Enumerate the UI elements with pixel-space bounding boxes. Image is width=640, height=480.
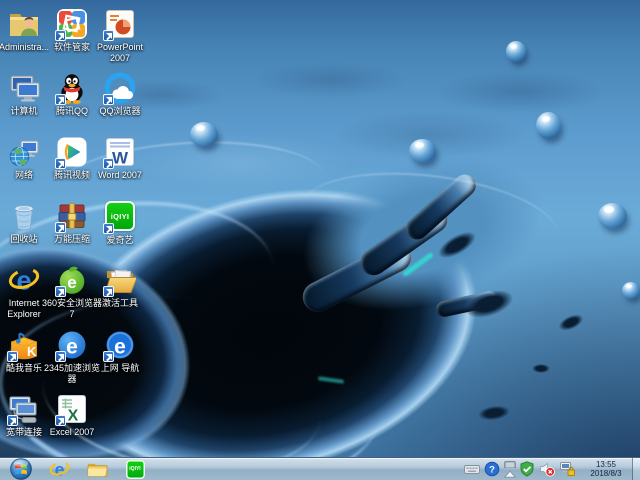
- help-question-icon[interactable]: ?: [484, 461, 501, 478]
- internet-explorer-icon: e: [8, 266, 40, 296]
- taskbar-windows-explorer-button[interactable]: [78, 458, 116, 480]
- svg-text:K: K: [27, 344, 37, 359]
- windows-desktop: Administra... 软件管家 PowerPoint 2007 计算机 腾…: [0, 0, 640, 480]
- svg-text:e: e: [16, 266, 31, 296]
- network-globe-icon: [9, 140, 39, 167]
- water-droplet: [598, 203, 627, 229]
- svg-text:X: X: [68, 408, 79, 425]
- water-droplet: [506, 41, 526, 62]
- desktop-icon-iqiyi[interactable]: iQIYI 爱奇艺: [88, 200, 152, 246]
- shortcut-arrow-icon: [55, 286, 66, 297]
- shortcut-arrow-icon: [55, 94, 66, 105]
- svg-text:e: e: [54, 459, 64, 479]
- icon-label: 上网 导航: [100, 363, 140, 373]
- shortcut-arrow-icon: [7, 351, 18, 362]
- show-hidden-icons-button[interactable]: [503, 460, 516, 478]
- water-droplet: [622, 282, 640, 299]
- desktop-icon-qq-browser[interactable]: QQ浏览器: [88, 72, 152, 117]
- svg-text:?: ?: [489, 465, 495, 476]
- icon-label: PowerPoint 2007: [96, 42, 144, 63]
- desktop-icon-word-2007[interactable]: W Word 2007: [88, 136, 152, 181]
- clock-date: 2018/8/3: [590, 469, 622, 478]
- shortcut-arrow-icon: [7, 415, 18, 426]
- icon-label: 爱奇艺: [106, 235, 134, 245]
- internet-explorer-icon: e: [49, 459, 69, 479]
- desktop-icon-excel-2007[interactable]: X Excel 2007: [40, 393, 104, 438]
- shortcut-arrow-icon: [55, 158, 66, 169]
- iqiyi-icon: iQIYI: [125, 459, 145, 479]
- dark-blob: [532, 364, 550, 373]
- shortcut-arrow-icon: [103, 158, 114, 169]
- user-folder-icon: [10, 14, 38, 36]
- icon-label: Excel 2007: [49, 427, 95, 437]
- shortcut-arrow-icon: [55, 30, 66, 41]
- folder-icon: [87, 463, 107, 477]
- desktop-icon-web-navigation[interactable]: e 上网 导航: [88, 329, 152, 374]
- tray-window-glyph: [503, 460, 516, 469]
- shortcut-arrow-icon: [103, 30, 114, 41]
- input-keyboard-icon[interactable]: [464, 461, 481, 478]
- svg-text:e: e: [114, 336, 126, 359]
- show-desktop-button[interactable]: [632, 458, 640, 480]
- shortcut-arrow-icon: [103, 286, 114, 297]
- system-tray: ? 13:55 2018/8/3: [462, 458, 640, 480]
- shortcut-arrow-icon: [103, 351, 114, 362]
- iqiyi-logo-text: iQIYI: [110, 211, 130, 221]
- shortcut-arrow-icon: [55, 415, 66, 426]
- shortcut-arrow-icon: [103, 94, 114, 105]
- water-droplet: [409, 139, 436, 163]
- svg-text:e: e: [66, 336, 78, 359]
- clock-time: 13:55: [595, 459, 617, 469]
- security-check-icon[interactable]: [519, 461, 536, 478]
- icon-label: 激活工具: [101, 298, 138, 308]
- desktop-icon-activation-tool[interactable]: 激活工具: [88, 264, 152, 309]
- icon-label: Word 2007: [98, 170, 142, 180]
- computer-icon: [10, 75, 40, 102]
- taskbar-clock[interactable]: 13:55 2018/8/3: [582, 460, 630, 479]
- shortcut-arrow-icon: [55, 222, 66, 233]
- desktop-icon-powerpoint-2007[interactable]: PowerPoint 2007: [88, 8, 152, 64]
- icon-label: QQ浏览器: [99, 106, 141, 116]
- start-button[interactable]: [10, 458, 32, 480]
- svg-text:e: e: [67, 273, 76, 292]
- shortcut-arrow-icon: [103, 223, 114, 234]
- shortcut-arrow-icon: [55, 351, 66, 362]
- water-droplet: [190, 122, 218, 147]
- recycle-bin-icon: [14, 205, 34, 231]
- taskbar-internet-explorer-button[interactable]: e: [40, 458, 78, 480]
- network-limited-lock-icon[interactable]: [559, 461, 576, 478]
- taskbar-iqiyi-button[interactable]: iQIYI: [116, 458, 154, 480]
- hidden-icons-up-arrow: [503, 470, 516, 478]
- water-droplet: [536, 112, 561, 139]
- taskbar: e iQIYI ? 13:55 2018/8/3: [0, 457, 640, 480]
- windows-logo-icon: [10, 458, 32, 480]
- volume-muted-icon[interactable]: [539, 461, 556, 478]
- svg-text:W: W: [112, 149, 129, 168]
- iqiyi-logo-text: iQIYI: [129, 466, 141, 472]
